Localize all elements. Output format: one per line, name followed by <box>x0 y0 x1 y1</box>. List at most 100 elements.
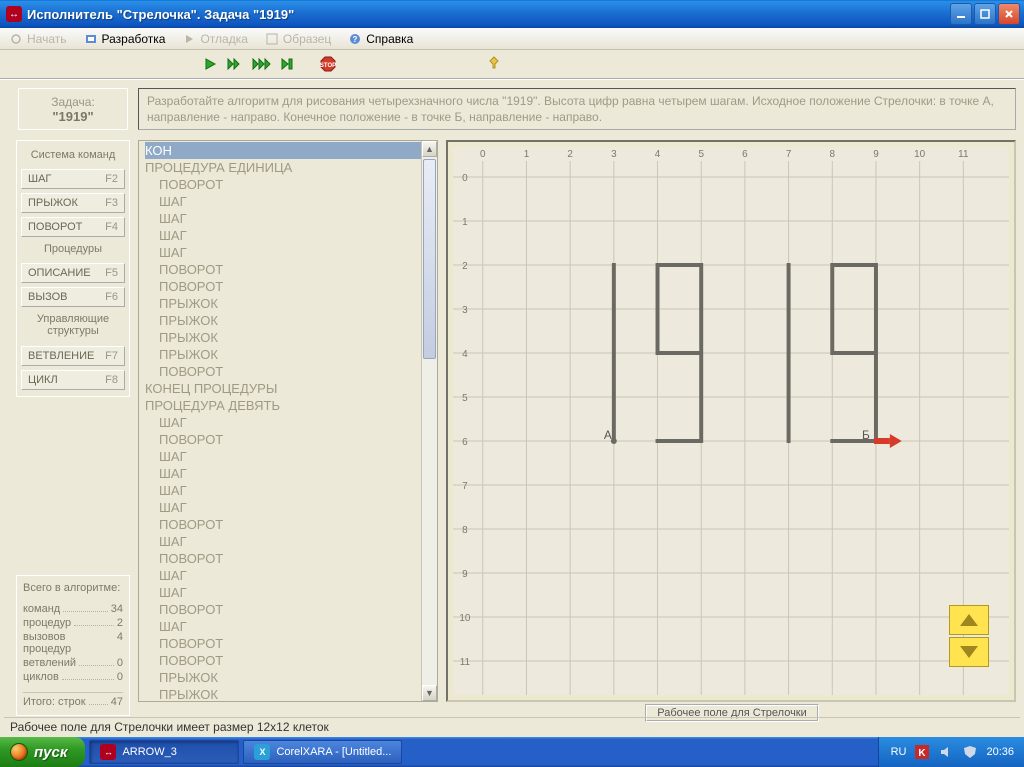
window-minimize-button[interactable] <box>950 3 972 25</box>
code-line[interactable]: ШАГ <box>145 533 421 550</box>
step-into-button[interactable] <box>252 55 272 73</box>
start-button[interactable]: пуск <box>0 737 85 767</box>
pin-icon[interactable] <box>486 55 504 73</box>
status-bar: Рабочее поле для Стрелочки имеет размер … <box>4 717 1020 735</box>
svg-text:3: 3 <box>611 149 617 160</box>
svg-text:K: K <box>919 748 927 759</box>
code-line[interactable]: ШАГ <box>145 465 421 482</box>
code-line[interactable]: ПРЫЖОК <box>145 329 421 346</box>
app-icon: X <box>254 744 270 760</box>
code-line[interactable]: ПРЫЖОК <box>145 669 421 686</box>
cmd-describe-button[interactable]: ОПИСАНИЕ F5 <box>21 263 125 283</box>
help-icon: ? <box>349 33 361 45</box>
refresh-icon <box>10 33 22 45</box>
mode-strip: Начать Разработка Отладка Образец ? Спра… <box>0 28 1024 50</box>
code-line[interactable]: ПОВОРОТ <box>145 652 421 669</box>
stats-row: команд34 <box>23 602 123 616</box>
code-line[interactable]: ПОВОРОТ <box>145 516 421 533</box>
cmd-jump-button[interactable]: ПРЫЖОК F3 <box>21 193 125 213</box>
app-icon: ↔ <box>100 744 116 760</box>
code-line[interactable]: ПОВОРОТ <box>145 176 421 193</box>
mode-debug[interactable]: Отладка <box>179 32 257 46</box>
code-line[interactable]: ШАГ <box>145 618 421 635</box>
code-listing[interactable]: КОНПРОЦЕДУРА ЕДИНИЦАПОВОРОТШАГШАГШАГШАГП… <box>138 140 438 702</box>
code-line[interactable]: ПОВОРОТ <box>145 601 421 618</box>
drawing-grid: 012 345 678 91011 012 345 678 91011 <box>453 147 1009 695</box>
code-line[interactable]: ПОВОРОТ <box>145 431 421 448</box>
tray-antivirus-icon[interactable]: K <box>914 744 930 760</box>
app-icon: ↔ <box>6 6 22 22</box>
code-line[interactable]: ПОВОРОТ <box>145 635 421 652</box>
svg-text:6: 6 <box>742 149 748 160</box>
svg-text:7: 7 <box>786 149 792 160</box>
mode-sample[interactable]: Образец <box>262 32 341 46</box>
svg-text:2: 2 <box>462 261 468 272</box>
step-over-button[interactable] <box>226 55 246 73</box>
system-tray[interactable]: RU K 20:36 <box>878 737 1024 767</box>
canvas-down-button[interactable] <box>949 637 989 667</box>
svg-text:2: 2 <box>567 149 573 160</box>
code-line[interactable]: КОН <box>145 142 421 159</box>
code-line[interactable]: ШАГ <box>145 482 421 499</box>
svg-text:8: 8 <box>462 525 468 536</box>
code-line[interactable]: ПОВОРОТ <box>145 261 421 278</box>
mode-develop[interactable]: Разработка <box>81 32 176 46</box>
window-close-button[interactable] <box>998 3 1020 25</box>
main-area: Система команд ШАГ F2 ПРЫЖОК F3 ПОВОРОТ … <box>0 134 1024 704</box>
code-line[interactable]: ШАГ <box>145 227 421 244</box>
cmd-turn-button[interactable]: ПОВОРОТ F4 <box>21 217 125 237</box>
stats-row: вызовов процедур4 <box>23 630 123 656</box>
code-line[interactable]: ПРОЦЕДУРА ЕДИНИЦА <box>145 159 421 176</box>
svg-text:?: ? <box>353 35 358 44</box>
canvas-up-button[interactable] <box>949 605 989 635</box>
svg-text:4: 4 <box>462 349 468 360</box>
code-line[interactable]: ПОВОРОТ <box>145 363 421 380</box>
svg-text:9: 9 <box>873 149 879 160</box>
stats-row: ветвлений0 <box>23 656 123 670</box>
svg-text:0: 0 <box>480 149 486 160</box>
code-line[interactable]: ШАГ <box>145 210 421 227</box>
code-line[interactable]: ПРЫЖОК <box>145 295 421 312</box>
code-line[interactable]: ПРОЦЕДУРА ДЕВЯТЬ <box>145 397 421 414</box>
code-line[interactable]: ПРЫЖОК <box>145 312 421 329</box>
scroll-thumb[interactable] <box>423 159 436 359</box>
window-maximize-button[interactable] <box>974 3 996 25</box>
language-indicator[interactable]: RU <box>891 746 907 758</box>
edit-icon <box>85 33 97 45</box>
code-line[interactable]: ПРЫЖОК <box>145 686 421 701</box>
cmd-step-button[interactable]: ШАГ F2 <box>21 169 125 189</box>
code-line[interactable]: КОНЕЦ ПРОЦЕДУРЫ <box>145 380 421 397</box>
palette-procs-label: Процедуры <box>21 243 125 255</box>
stop-button[interactable]: STOP <box>318 55 338 73</box>
scroll-down-button[interactable]: ▼ <box>422 685 437 701</box>
taskbar-app-arrow[interactable]: ↔ ARROW_3 <box>89 740 239 764</box>
scroll-up-button[interactable]: ▲ <box>422 141 437 157</box>
code-line[interactable]: ШАГ <box>145 499 421 516</box>
run-button[interactable] <box>200 55 220 73</box>
windows-logo-icon <box>10 743 28 761</box>
svg-text:11: 11 <box>460 657 471 668</box>
run-to-end-button[interactable] <box>278 55 298 73</box>
code-line[interactable]: ПОВОРОТ <box>145 278 421 295</box>
code-line[interactable]: ШАГ <box>145 244 421 261</box>
tray-clock[interactable]: 20:36 <box>986 746 1014 758</box>
svg-text:1: 1 <box>524 149 530 160</box>
code-line[interactable]: ШАГ <box>145 414 421 431</box>
cmd-call-button[interactable]: ВЫЗОВ F6 <box>21 287 125 307</box>
code-line[interactable]: ШАГ <box>145 584 421 601</box>
taskbar-app-corelxara[interactable]: X CorelXARA - [Untitled... <box>243 740 402 764</box>
mode-begin[interactable]: Начать <box>6 32 77 46</box>
cmd-branch-button[interactable]: ВЕТВЛЕНИЕ F7 <box>21 346 125 366</box>
cmd-loop-button[interactable]: ЦИКЛ F8 <box>21 370 125 390</box>
code-line[interactable]: ШАГ <box>145 448 421 465</box>
tray-volume-icon[interactable] <box>938 744 954 760</box>
code-line[interactable]: ШАГ <box>145 193 421 210</box>
code-line[interactable]: ПРЫЖОК <box>145 346 421 363</box>
code-line[interactable]: ШАГ <box>145 567 421 584</box>
svg-text:7: 7 <box>462 481 468 492</box>
code-line[interactable]: ПОВОРОТ <box>145 550 421 567</box>
scroll-track[interactable] <box>422 157 437 685</box>
code-scrollbar[interactable]: ▲ ▼ <box>421 141 437 701</box>
tray-shield-icon[interactable] <box>962 744 978 760</box>
mode-help[interactable]: ? Справка <box>345 32 423 46</box>
